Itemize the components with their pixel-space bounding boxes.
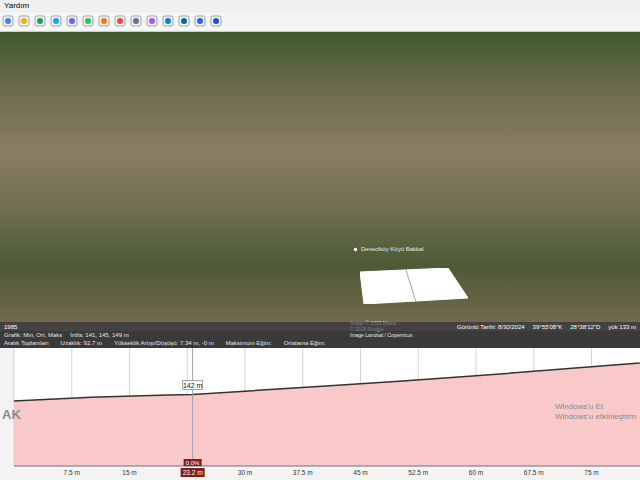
svg-text:60 m: 60 m [469,469,483,476]
menu-item[interactable]: Yardım [4,2,29,10]
svg-text:75 m: 75 m [584,469,598,476]
toolbar-icon[interactable] [210,15,222,27]
imagery-view[interactable]: Deveciköy Köyü BakkalImage © 2026 Maxar©… [0,32,640,331]
svg-text:37.5 m: 37.5 m [293,469,313,476]
toolbar-icon[interactable] [114,15,126,27]
toolbar-icon[interactable] [178,15,190,27]
menu-bar: Yardım [0,0,640,12]
svg-text:52.5 m: 52.5 m [408,469,428,476]
toolbar [0,12,640,32]
watermark-left: AK [2,408,21,421]
profile-header: Grafik: Min, Ort, Maksİrtifa: 141, 145, … [0,331,640,348]
svg-text:45 m: 45 m [353,469,367,476]
parcel-polygon-icon[interactable] [360,268,468,304]
pin-icon [352,246,359,253]
toolbar-icon[interactable] [50,15,62,27]
imagery-status-bar: 1985Görüntü Tarihi: 8/30/202439°55'08"K2… [0,322,640,331]
toolbar-icon[interactable] [146,15,158,27]
toolbar-icon[interactable] [98,15,110,27]
svg-text:7.5 m: 7.5 m [64,469,80,476]
map-pin[interactable]: Deveciköy Köyü Bakkal [352,246,424,253]
toolbar-icon[interactable] [18,15,30,27]
svg-text:15 m: 15 m [122,469,136,476]
svg-text:0.0%: 0.0% [186,460,200,466]
svg-text:23.2 m: 23.2 m [183,469,203,476]
toolbar-icon[interactable] [130,15,142,27]
toolbar-icon[interactable] [194,15,206,27]
elevation-chart[interactable]: 142 m 7.5 m 15 m 30 m 37.5 m 45 m 52.5 m 60 m 67… [0,348,640,480]
toolbar-icon[interactable] [66,15,78,27]
toolbar-icon[interactable] [2,15,14,27]
svg-text:67.5 m: 67.5 m [524,469,544,476]
toolbar-icon[interactable] [162,15,174,27]
elevation-profile[interactable]: 142 m 7.5 m 15 m 30 m 37.5 m 45 m 52.5 m 60 m 67… [0,348,640,480]
toolbar-icon[interactable] [34,15,46,27]
app-window: Yardım Deveciköy Köyü BakkalImage © 2026 … [0,0,640,480]
svg-text:142 m: 142 m [183,382,203,389]
svg-text:30 m: 30 m [238,469,252,476]
activation-watermark: Windows'u EtWindows'u etkinleştirm [555,402,636,422]
toolbar-icon[interactable] [82,15,94,27]
